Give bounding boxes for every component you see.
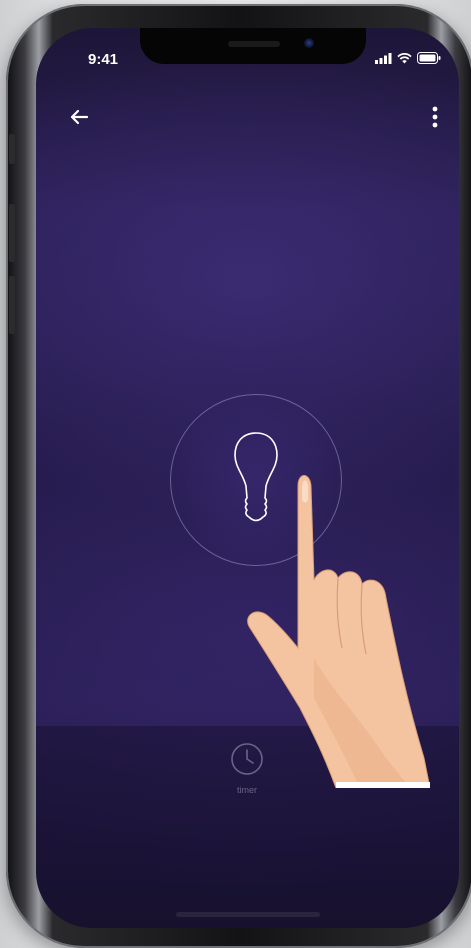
notch [140, 28, 366, 64]
back-button[interactable] [64, 106, 94, 132]
arrow-left-icon [69, 109, 89, 130]
volume-down-button [9, 276, 15, 334]
home-indicator [176, 912, 320, 917]
promo-stage: 9:41 timer [0, 0, 471, 948]
mute-switch [9, 134, 15, 164]
pointing-hand-illustration [210, 458, 431, 789]
wifi-icon [397, 52, 412, 64]
status-time: 9:41 [88, 51, 119, 68]
more-options-button[interactable] [423, 102, 447, 136]
front-camera [304, 38, 314, 48]
volume-up-button [9, 204, 15, 262]
more-vertical-icon [432, 106, 438, 133]
earpiece-speaker [228, 41, 280, 47]
status-icons [375, 52, 441, 64]
signal-icon [375, 52, 392, 64]
battery-icon [417, 52, 441, 64]
